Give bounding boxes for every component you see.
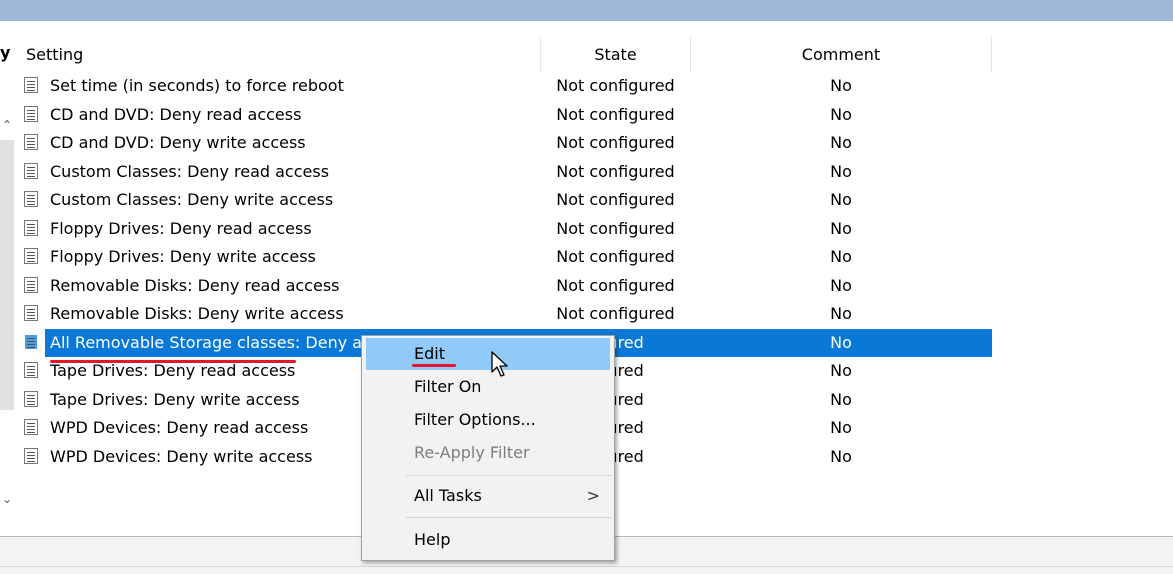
menu-item-all-tasks[interactable]: All Tasks >	[362, 480, 614, 512]
setting-state: Not configured	[556, 190, 675, 209]
menu-separator	[406, 475, 612, 476]
setting-comment: No	[830, 104, 852, 124]
menu-item-label: Help	[414, 530, 451, 549]
setting-state: Not configured	[556, 76, 675, 95]
column-header-setting[interactable]: Setting	[26, 37, 83, 72]
setting-state: Not configured	[556, 275, 675, 295]
setting-name: Floppy Drives: Deny read access	[50, 218, 312, 238]
menu-item-reapply-filter: Re-Apply Filter	[362, 437, 614, 469]
setting-state: Not configured	[556, 218, 675, 238]
policy-setting-icon	[24, 390, 38, 407]
menu-item-label: All Tasks	[414, 486, 482, 505]
table-row[interactable]: Removable Disks: Deny write access Not c…	[0, 300, 1173, 329]
table-row[interactable]: CD and DVD: Deny read access Not configu…	[0, 101, 1173, 130]
table-row[interactable]: Floppy Drives: Deny read access Not conf…	[0, 215, 1173, 244]
title-bar	[0, 0, 1173, 21]
table-row[interactable]: CD and DVD: Deny write access Not config…	[0, 129, 1173, 158]
menu-separator	[406, 517, 612, 518]
setting-name: Removable Disks: Deny read access	[50, 275, 340, 295]
policy-setting-icon	[24, 276, 38, 293]
policy-setting-icon	[24, 162, 38, 179]
tree-pane-label: y	[0, 43, 11, 62]
table-row[interactable]: Floppy Drives: Deny write access Not con…	[0, 243, 1173, 272]
menu-item-help[interactable]: Help	[362, 524, 614, 556]
setting-comment: No	[830, 446, 852, 466]
policy-setting-icon	[24, 191, 38, 207]
setting-comment: No	[830, 275, 852, 295]
menu-item-label: Filter On	[414, 377, 482, 396]
setting-comment: No	[830, 361, 852, 380]
setting-name: All Removable Storage classes: Deny all	[50, 332, 371, 352]
policy-setting-icon	[24, 219, 38, 236]
list-header: Setting State Comment	[17, 37, 993, 72]
setting-name: CD and DVD: Deny write access	[50, 133, 306, 152]
setting-comment: No	[830, 161, 852, 181]
setting-comment: No	[830, 76, 852, 95]
status-bar-line	[0, 566, 1173, 567]
policy-setting-icon	[24, 333, 38, 350]
table-row[interactable]: Set time (in seconds) to force reboot No…	[0, 72, 1173, 101]
setting-comment: No	[830, 332, 852, 352]
setting-name: Set time (in seconds) to force reboot	[50, 76, 344, 95]
policy-setting-icon	[24, 134, 38, 150]
setting-comment: No	[830, 304, 852, 323]
table-row[interactable]: Custom Classes: Deny read access Not con…	[0, 158, 1173, 187]
mouse-pointer-icon	[491, 351, 508, 377]
policy-setting-icon	[24, 105, 38, 122]
menu-item-label: Re-Apply Filter	[414, 443, 530, 462]
setting-name: Custom Classes: Deny write access	[50, 190, 334, 209]
setting-name: WPD Devices: Deny read access	[50, 418, 309, 437]
scroll-down-icon[interactable]: ⌄	[0, 492, 14, 506]
setting-name: Tape Drives: Deny write access	[50, 389, 300, 409]
policy-setting-icon	[24, 248, 38, 264]
setting-comment: No	[830, 418, 852, 437]
policy-setting-icon	[24, 362, 38, 378]
table-row[interactable]: Custom Classes: Deny write access Not co…	[0, 186, 1173, 215]
setting-state: Not configured	[556, 133, 675, 152]
table-row[interactable]: Removable Disks: Deny read access Not co…	[0, 272, 1173, 301]
setting-name: Floppy Drives: Deny write access	[50, 247, 316, 266]
setting-state: Not configured	[556, 104, 675, 124]
red-annotation-underline	[50, 360, 296, 363]
setting-name: Removable Disks: Deny write access	[50, 304, 344, 323]
column-header-state[interactable]: State	[541, 37, 690, 72]
policy-setting-icon	[24, 447, 38, 464]
setting-comment: No	[830, 133, 852, 152]
red-annotation-underline	[412, 364, 456, 367]
setting-comment: No	[830, 247, 852, 266]
policy-setting-icon	[24, 419, 38, 435]
setting-name: Custom Classes: Deny read access	[50, 161, 330, 181]
policy-setting-icon	[24, 77, 38, 93]
setting-name: CD and DVD: Deny read access	[50, 104, 302, 124]
column-header-comment[interactable]: Comment	[691, 37, 991, 72]
policy-setting-icon	[24, 305, 38, 321]
setting-name: WPD Devices: Deny write access	[50, 446, 313, 466]
column-divider[interactable]	[991, 37, 992, 72]
setting-state: Not configured	[556, 247, 675, 266]
menu-item-label: Filter Options...	[414, 410, 536, 429]
setting-comment: No	[830, 389, 852, 409]
setting-comment: No	[830, 190, 852, 209]
setting-state: Not configured	[556, 161, 675, 181]
setting-state: Not configured	[556, 304, 675, 323]
setting-comment: No	[830, 218, 852, 238]
menu-item-filter-options[interactable]: Filter Options...	[362, 404, 614, 436]
chevron-right-icon: >	[586, 486, 600, 505]
